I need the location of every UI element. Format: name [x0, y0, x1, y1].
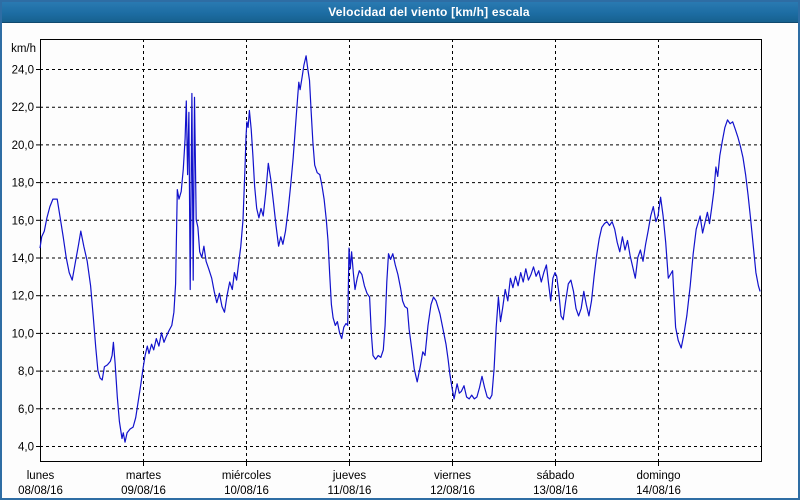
x-date-label: 10/08/16 [224, 485, 269, 497]
grid-lines [40, 39, 761, 461]
x-date-label: 11/08/16 [328, 485, 372, 497]
x-day-label: domingo [636, 470, 680, 482]
x-date-label: 12/08/16 [430, 485, 475, 497]
y-tick-label: 4,0 [18, 442, 34, 454]
x-day-label: jueves [332, 470, 366, 482]
y-tick-label: 6,0 [18, 404, 34, 416]
x-day-label: lunes [27, 470, 55, 482]
x-date-label: 13/08/16 [533, 485, 578, 497]
y-tick-label: 22,0 [12, 102, 34, 114]
x-day-label: martes [126, 470, 161, 482]
y-tick-label: 10,0 [12, 328, 34, 340]
y-tick-label: 16,0 [12, 215, 34, 227]
y-tick-label: 18,0 [12, 178, 34, 190]
wind-speed-chart: 24,0 22,0 20,0 18,0 16,0 14,0 12,0 10,0 8,0 6,0 4,… [2, 23, 798, 499]
y-tick-label: 14,0 [12, 253, 34, 265]
y-axis-unit-label: km/h [11, 43, 36, 55]
y-tick-label: 20,0 [12, 140, 34, 152]
y-tick-label: 24,0 [12, 65, 34, 77]
chart-title: Velocidad del viento [km/h] escala [328, 5, 530, 19]
axes [36, 40, 762, 467]
app-window: { "window": { "title": "Velocidad del vi… [0, 0, 800, 500]
x-day-label: miércoles [222, 470, 271, 482]
window-title-bar: Velocidad del viento [km/h] escala [2, 2, 798, 23]
x-day-label: sábado [537, 470, 575, 482]
x-day-label: viernes [434, 470, 471, 482]
plot-border [41, 40, 762, 462]
y-tick-label: 12,0 [12, 291, 34, 303]
x-date-label: 08/08/16 [18, 485, 63, 497]
x-date-label: 09/08/16 [121, 485, 166, 497]
y-tick-label: 8,0 [18, 366, 34, 378]
x-date-label: 14/08/16 [636, 485, 681, 497]
axis-labels: 24,0 22,0 20,0 18,0 16,0 14,0 12,0 10,0 8,0 6,0 4,… [11, 43, 681, 497]
wind-speed-series-line [40, 56, 760, 442]
